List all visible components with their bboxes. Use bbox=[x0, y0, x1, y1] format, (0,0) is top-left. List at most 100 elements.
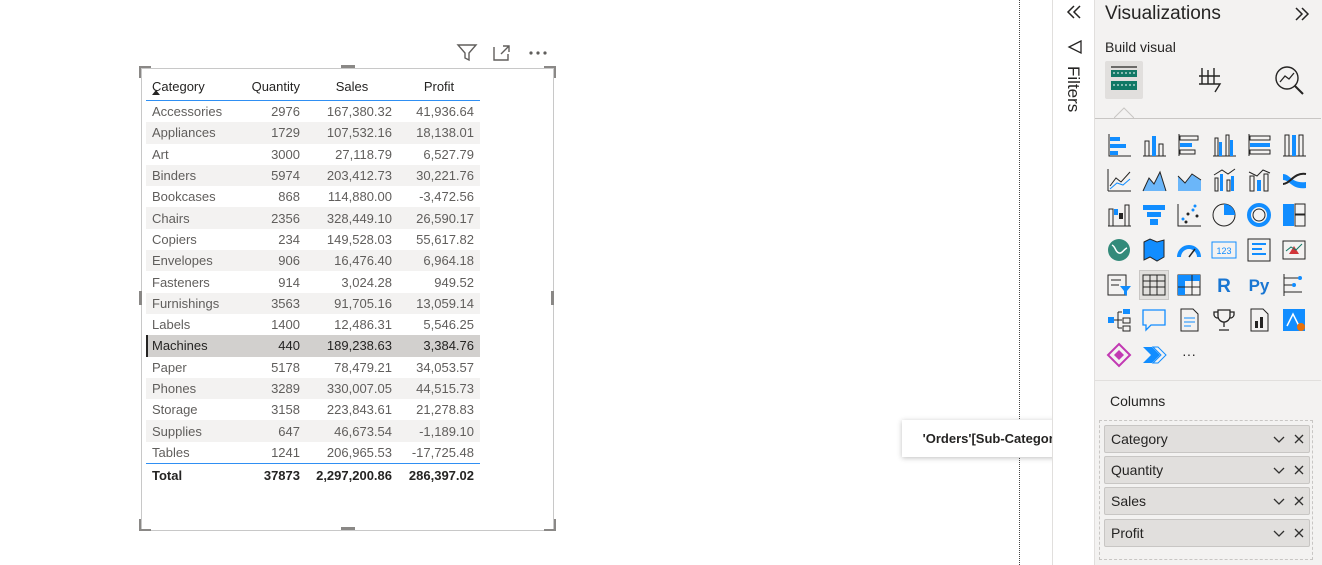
filters-label[interactable]: Filters bbox=[1063, 66, 1083, 112]
filled-map-icon[interactable] bbox=[1140, 236, 1168, 264]
table-row[interactable]: Chairs 2356 328,449.10 26,590.17 bbox=[146, 207, 480, 229]
table-row[interactable]: Copiers 234 149,528.03 55,617.82 bbox=[146, 229, 480, 250]
card-icon[interactable]: 123 bbox=[1210, 236, 1238, 264]
waterfall-chart-icon[interactable] bbox=[1105, 201, 1133, 229]
table-row[interactable]: Bookcases 868 114,880.00 -3,472.56 bbox=[146, 186, 480, 207]
table-row[interactable]: Paper 5178 78,479.21 34,053.57 bbox=[146, 357, 480, 378]
power-automate-flow-icon[interactable] bbox=[1140, 341, 1168, 369]
python-visual-icon[interactable]: Py bbox=[1245, 271, 1273, 299]
resize-handle-top[interactable] bbox=[341, 65, 355, 68]
cell-sales: 27,118.79 bbox=[335, 146, 392, 162]
analytics-tab[interactable] bbox=[1271, 61, 1309, 99]
resize-handle-bottom-left[interactable] bbox=[139, 519, 151, 531]
more-options-icon[interactable] bbox=[528, 43, 550, 63]
table-row[interactable]: Appliances 1729 107,532.16 18,138.01 bbox=[146, 122, 480, 144]
stacked-area-chart-icon[interactable] bbox=[1175, 166, 1203, 194]
remove-field-icon[interactable] bbox=[1289, 463, 1309, 478]
clustered-column-chart-icon[interactable] bbox=[1210, 131, 1238, 159]
100-stacked-column-chart-icon[interactable] bbox=[1280, 131, 1308, 159]
chevron-down-icon[interactable] bbox=[1269, 494, 1289, 509]
r-script-visual-icon[interactable]: R bbox=[1210, 271, 1238, 299]
column-header-profit[interactable]: Profit bbox=[398, 72, 480, 101]
power-automate-icon[interactable] bbox=[1105, 341, 1133, 369]
paginated-report-icon[interactable] bbox=[1245, 306, 1273, 334]
line-clustered-column-icon[interactable] bbox=[1210, 166, 1238, 194]
field-pill-profit[interactable]: Profit bbox=[1104, 519, 1310, 547]
funnel-chart-icon[interactable] bbox=[1140, 201, 1168, 229]
column-header-category[interactable]: Category bbox=[146, 72, 238, 101]
area-chart-icon[interactable] bbox=[1140, 166, 1168, 194]
get-more-visuals-icon[interactable]: ··· bbox=[1175, 341, 1203, 369]
table-row[interactable]: Furnishings 3563 91,705.16 13,059.14 bbox=[146, 292, 480, 314]
slicer-icon[interactable] bbox=[1105, 271, 1133, 299]
treemap-icon[interactable] bbox=[1280, 201, 1308, 229]
remove-field-icon[interactable] bbox=[1289, 432, 1309, 447]
qna-icon[interactable] bbox=[1140, 306, 1168, 334]
pie-chart-icon[interactable] bbox=[1210, 201, 1238, 229]
donut-chart-icon[interactable] bbox=[1245, 201, 1273, 229]
cell-quantity: 3000 bbox=[271, 146, 300, 162]
stacked-bar-chart-icon[interactable] bbox=[1105, 131, 1133, 159]
kpi-icon[interactable] bbox=[1280, 236, 1308, 264]
table-row[interactable]: Fasteners 914 3,024.28 949.52 bbox=[146, 271, 480, 292]
cell-sales: 149,528.03 bbox=[326, 231, 392, 247]
cell-quantity: 647 bbox=[238, 420, 306, 442]
focus-mode-icon[interactable] bbox=[492, 43, 512, 63]
table-row[interactable]: Accessories 2976 167,380.32 41,936.64 bbox=[146, 101, 480, 123]
expand-pane-icon[interactable] bbox=[1291, 3, 1313, 30]
cell-profit: 949.52 bbox=[434, 274, 474, 290]
cell-sales: 330,007.05 bbox=[306, 377, 398, 400]
line-stacked-column-icon[interactable] bbox=[1245, 166, 1273, 194]
field-pill-sales[interactable]: Sales bbox=[1104, 487, 1310, 515]
multi-row-card-icon[interactable] bbox=[1245, 236, 1273, 264]
table-row[interactable]: Machines 440 189,238.63 3,384.76 bbox=[146, 335, 480, 357]
table-row[interactable]: Labels 1400 12,486.31 5,546.25 bbox=[146, 314, 480, 335]
sort-ascending-icon[interactable] bbox=[152, 90, 160, 95]
decomposition-tree-icon[interactable] bbox=[1105, 306, 1133, 334]
filter-icon[interactable] bbox=[456, 43, 478, 63]
goals-icon[interactable] bbox=[1210, 306, 1238, 334]
column-header-quantity[interactable]: Quantity bbox=[238, 72, 306, 101]
field-pill-quantity[interactable]: Quantity bbox=[1104, 456, 1310, 484]
stacked-column-chart-icon[interactable] bbox=[1140, 131, 1168, 159]
table-row[interactable]: Art 3000 27,118.79 6,527.79 bbox=[146, 144, 480, 165]
resize-handle-top-right[interactable] bbox=[544, 66, 556, 78]
table-row[interactable]: Binders 5974 203,412.73 30,221.76 bbox=[146, 164, 480, 187]
ribbon-chart-icon[interactable] bbox=[1280, 166, 1308, 194]
table-row[interactable]: Phones 3289 330,007.05 44,515.73 bbox=[146, 377, 480, 400]
table-row[interactable]: Envelopes 906 16,476.40 6,964.18 bbox=[146, 250, 480, 272]
collapse-filters-icon[interactable] bbox=[1064, 2, 1084, 27]
cell-quantity: 3563 bbox=[238, 292, 306, 314]
chevron-down-icon[interactable] bbox=[1269, 526, 1289, 541]
remove-field-icon[interactable] bbox=[1289, 526, 1309, 541]
matrix-icon[interactable] bbox=[1175, 271, 1203, 299]
cell-quantity: 906 bbox=[238, 250, 306, 272]
column-header-sales[interactable]: Sales bbox=[306, 72, 398, 101]
cell-sales: 12,486.31 bbox=[334, 317, 392, 333]
chevron-down-icon[interactable] bbox=[1269, 463, 1289, 478]
table-row[interactable]: Tables 1241 206,965.53 -17,725.48 bbox=[146, 442, 480, 464]
100-stacked-bar-chart-icon[interactable] bbox=[1245, 131, 1273, 159]
power-apps-icon[interactable] bbox=[1280, 306, 1308, 334]
line-chart-icon[interactable] bbox=[1105, 166, 1133, 194]
resize-handle-bottom[interactable] bbox=[341, 527, 355, 530]
table-row[interactable]: Supplies 647 46,673.54 -1,189.10 bbox=[146, 420, 480, 442]
scatter-chart-icon[interactable] bbox=[1175, 201, 1203, 229]
smart-narrative-icon[interactable] bbox=[1175, 306, 1203, 334]
clustered-bar-chart-icon[interactable] bbox=[1175, 131, 1203, 159]
format-visual-tab[interactable] bbox=[1190, 61, 1228, 99]
map-icon[interactable] bbox=[1105, 236, 1133, 264]
key-influencers-icon[interactable] bbox=[1280, 271, 1308, 299]
table-row[interactable]: Storage 3158 223,843.61 21,278.83 bbox=[146, 399, 480, 420]
build-visual-tab[interactable] bbox=[1105, 61, 1143, 99]
cell-category: Furnishings bbox=[146, 292, 238, 314]
gauge-icon[interactable] bbox=[1175, 236, 1203, 264]
cell-quantity: 1729 bbox=[238, 122, 306, 144]
remove-field-icon[interactable] bbox=[1289, 494, 1309, 509]
resize-handle-right[interactable] bbox=[551, 291, 554, 305]
resize-handle-left[interactable] bbox=[139, 291, 142, 305]
field-pill-category[interactable]: Category bbox=[1104, 425, 1310, 453]
resize-handle-bottom-right[interactable] bbox=[544, 519, 556, 531]
table-icon[interactable] bbox=[1139, 270, 1169, 300]
chevron-down-icon[interactable] bbox=[1269, 432, 1289, 447]
